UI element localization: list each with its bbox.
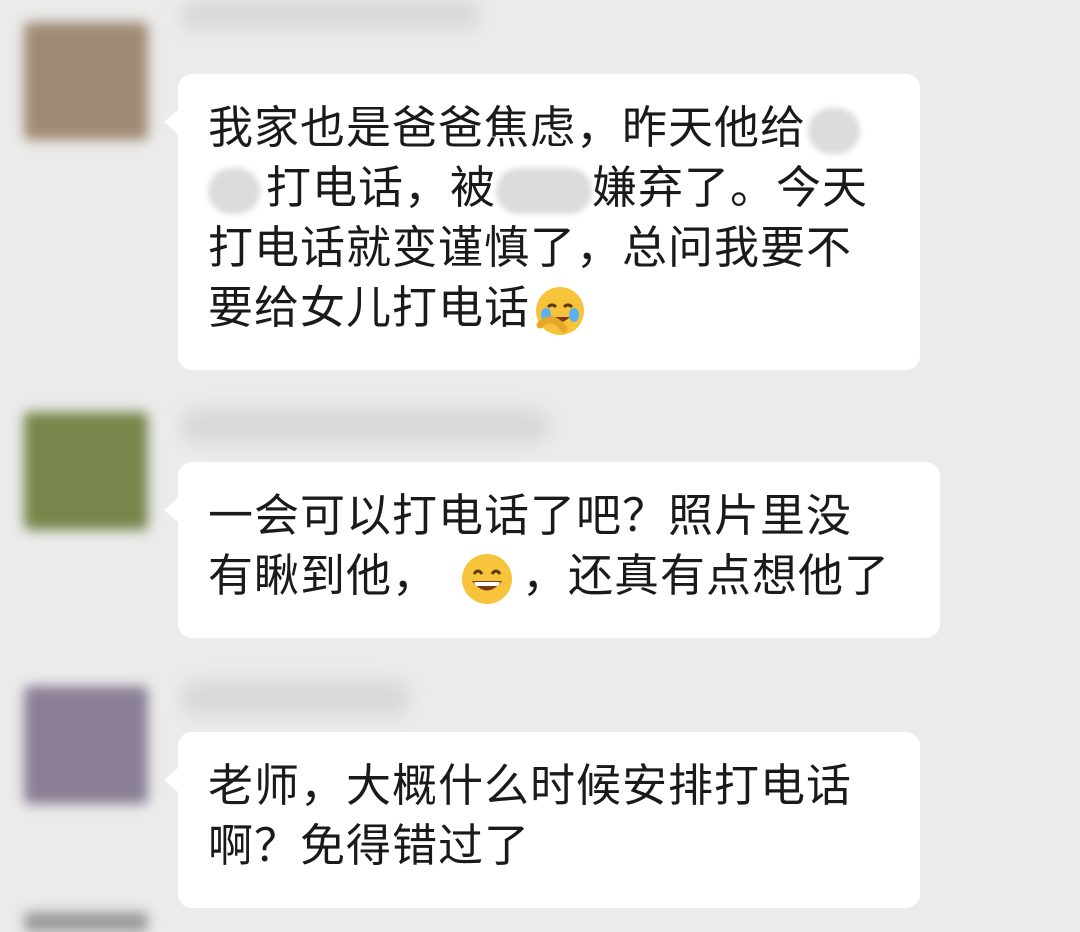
message-line: 有瞅到他， ，还真有点想他了 xyxy=(208,546,910,606)
message-bubble[interactable]: 我家也是爸爸焦虑，昨天他给 打电话，被 嫌弃了。今天 打电话就变谨慎了，总问我要不… xyxy=(164,74,920,370)
message-line: 一会可以打电话了吧？照片里没 xyxy=(208,489,853,542)
message-line: 要给女儿打电话 xyxy=(208,278,890,338)
sender-name-blurred xyxy=(180,0,480,30)
avatar[interactable] xyxy=(24,912,148,932)
message-line: 打电话，被 嫌弃了。今天 xyxy=(208,158,890,218)
chat-window: 我家也是爸爸焦虑，昨天他给 打电话，被 嫌弃了。今天 打电话就变谨慎了，总问我要不… xyxy=(0,0,1080,932)
avatar[interactable] xyxy=(24,412,148,530)
grinning-face-icon xyxy=(462,554,513,604)
redacted-text xyxy=(208,168,260,214)
message-bubble[interactable]: 老师，大概什么时候安排打电话 啊？免得错过了 xyxy=(164,732,920,908)
avatar[interactable] xyxy=(24,22,148,140)
redacted-text xyxy=(496,168,593,214)
message-bubble[interactable]: 一会可以打电话了吧？照片里没 有瞅到他， ，还真有点想他了 xyxy=(164,462,940,638)
redacted-text xyxy=(808,108,861,154)
message-line: 老师，大概什么时候安排打电话 xyxy=(208,759,853,812)
avatar[interactable] xyxy=(24,686,148,804)
message-line: 打电话就变谨慎了，总问我要不 xyxy=(208,221,853,274)
message-line: 我家也是爸爸焦虑，昨天他给 xyxy=(208,98,890,158)
sender-name-blurred xyxy=(180,680,410,716)
message-line: 啊？免得错过了 xyxy=(208,819,531,872)
sender-name-blurred xyxy=(180,408,550,444)
face-palm-laugh-icon xyxy=(536,287,585,335)
